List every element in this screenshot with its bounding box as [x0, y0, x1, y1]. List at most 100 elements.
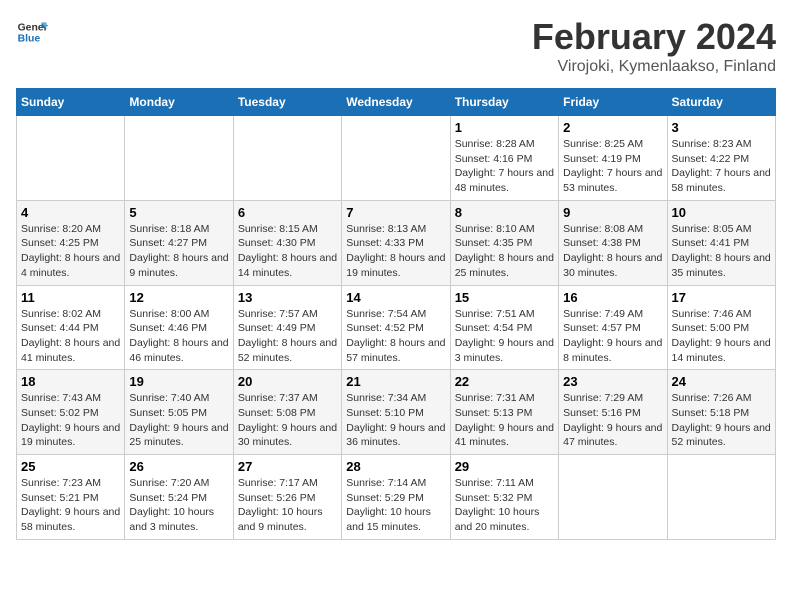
- day-info: Sunrise: 8:20 AMSunset: 4:25 PMDaylight:…: [21, 222, 120, 281]
- calendar-day-cell: 5 Sunrise: 8:18 AMSunset: 4:27 PMDaylight…: [125, 200, 233, 285]
- calendar-day-cell: 11 Sunrise: 8:02 AMSunset: 4:44 PMDayligh…: [17, 285, 125, 370]
- day-number: 23: [563, 374, 662, 389]
- calendar-week-row: 11 Sunrise: 8:02 AMSunset: 4:44 PMDayligh…: [17, 285, 776, 370]
- calendar-day-cell: 24 Sunrise: 7:26 AMSunset: 5:18 PMDayligh…: [667, 370, 775, 455]
- day-info: Sunrise: 7:17 AMSunset: 5:26 PMDaylight:…: [238, 476, 337, 535]
- weekday-header-cell: Friday: [559, 89, 667, 116]
- day-info: Sunrise: 7:43 AMSunset: 5:02 PMDaylight:…: [21, 391, 120, 450]
- calendar-day-cell: 8Sunrise: 8:10 AMSunset: 4:35 PMDaylight…: [450, 200, 558, 285]
- day-number: 5: [129, 205, 228, 220]
- calendar-day-cell: 19Sunrise: 7:40 AMSunset: 5:05 PMDayligh…: [125, 370, 233, 455]
- day-info: Sunrise: 7:29 AMSunset: 5:16 PMDaylight:…: [563, 391, 662, 450]
- calendar-day-cell: 15 Sunrise: 7:51 AMSunset: 4:54 PMDayligh…: [450, 285, 558, 370]
- weekday-header-cell: Thursday: [450, 89, 558, 116]
- day-info: Sunrise: 7:34 AMSunset: 5:10 PMDaylight:…: [346, 391, 445, 450]
- calendar-day-cell: [667, 455, 775, 540]
- logo-icon: General Blue: [16, 16, 48, 48]
- day-info: Sunrise: 7:54 AMSunset: 4:52 PMDaylight:…: [346, 307, 445, 366]
- calendar-day-cell: [342, 116, 450, 201]
- calendar-week-row: 18 Sunrise: 7:43 AMSunset: 5:02 PMDayligh…: [17, 370, 776, 455]
- day-number: 17: [672, 290, 771, 305]
- logo: General Blue: [16, 16, 48, 48]
- calendar-day-cell: 2 Sunrise: 8:25 AMSunset: 4:19 PMDaylight…: [559, 116, 667, 201]
- calendar-day-cell: [559, 455, 667, 540]
- day-number: 25: [21, 459, 120, 474]
- calendar-week-row: 4Sunrise: 8:20 AMSunset: 4:25 PMDaylight…: [17, 200, 776, 285]
- day-number: 18: [21, 374, 120, 389]
- day-info: Sunrise: 8:25 AMSunset: 4:19 PMDaylight:…: [563, 137, 662, 196]
- calendar-day-cell: 25 Sunrise: 7:23 AMSunset: 5:21 PMDayligh…: [17, 455, 125, 540]
- calendar-day-cell: 26 Sunrise: 7:20 AMSunset: 5:24 PMDayligh…: [125, 455, 233, 540]
- calendar-day-cell: 18 Sunrise: 7:43 AMSunset: 5:02 PMDayligh…: [17, 370, 125, 455]
- calendar-week-row: 1 Sunrise: 8:28 AMSunset: 4:16 PMDaylight…: [17, 116, 776, 201]
- day-info: Sunrise: 7:57 AMSunset: 4:49 PMDaylight:…: [238, 307, 337, 366]
- calendar-day-cell: 7Sunrise: 8:13 AMSunset: 4:33 PMDaylight…: [342, 200, 450, 285]
- day-info: Sunrise: 8:28 AMSunset: 4:16 PMDaylight:…: [455, 137, 554, 196]
- svg-text:Blue: Blue: [18, 34, 41, 45]
- day-info: Sunrise: 7:20 AMSunset: 5:24 PMDaylight:…: [129, 476, 228, 535]
- calendar-day-cell: 20Sunrise: 7:37 AMSunset: 5:08 PMDayligh…: [233, 370, 341, 455]
- day-number: 12: [129, 290, 228, 305]
- day-info: Sunrise: 7:49 AMSunset: 4:57 PMDaylight:…: [563, 307, 662, 366]
- day-number: 11: [21, 290, 120, 305]
- day-info: Sunrise: 8:23 AMSunset: 4:22 PMDaylight:…: [672, 137, 771, 196]
- day-number: 6: [238, 205, 337, 220]
- calendar-day-cell: 17 Sunrise: 7:46 AMSunset: 5:00 PMDayligh…: [667, 285, 775, 370]
- day-number: 14: [346, 290, 445, 305]
- calendar-day-cell: 13 Sunrise: 7:57 AMSunset: 4:49 PMDayligh…: [233, 285, 341, 370]
- day-number: 15: [455, 290, 554, 305]
- day-number: 16: [563, 290, 662, 305]
- day-number: 24: [672, 374, 771, 389]
- day-number: 26: [129, 459, 228, 474]
- day-info: Sunrise: 7:46 AMSunset: 5:00 PMDaylight:…: [672, 307, 771, 366]
- day-number: 21: [346, 374, 445, 389]
- calendar-day-cell: 10 Sunrise: 8:05 AMSunset: 4:41 PMDayligh…: [667, 200, 775, 285]
- calendar-day-cell: 16 Sunrise: 7:49 AMSunset: 4:57 PMDayligh…: [559, 285, 667, 370]
- day-info: Sunrise: 7:11 AMSunset: 5:32 PMDaylight:…: [455, 476, 554, 535]
- day-number: 10: [672, 205, 771, 220]
- calendar-day-cell: 14 Sunrise: 7:54 AMSunset: 4:52 PMDayligh…: [342, 285, 450, 370]
- weekday-header-row: SundayMondayTuesdayWednesdayThursdayFrid…: [17, 89, 776, 116]
- day-info: Sunrise: 7:14 AMSunset: 5:29 PMDaylight:…: [346, 476, 445, 535]
- day-number: 7: [346, 205, 445, 220]
- calendar-day-cell: 21 Sunrise: 7:34 AMSunset: 5:10 PMDayligh…: [342, 370, 450, 455]
- calendar-day-cell: 4Sunrise: 8:20 AMSunset: 4:25 PMDaylight…: [17, 200, 125, 285]
- day-number: 29: [455, 459, 554, 474]
- calendar-day-cell: [17, 116, 125, 201]
- day-info: Sunrise: 8:15 AMSunset: 4:30 PMDaylight:…: [238, 222, 337, 281]
- day-info: Sunrise: 8:10 AMSunset: 4:35 PMDaylight:…: [455, 222, 554, 281]
- calendar-day-cell: 23 Sunrise: 7:29 AMSunset: 5:16 PMDayligh…: [559, 370, 667, 455]
- day-number: 27: [238, 459, 337, 474]
- weekday-header-cell: Tuesday: [233, 89, 341, 116]
- day-info: Sunrise: 8:00 AMSunset: 4:46 PMDaylight:…: [129, 307, 228, 366]
- day-number: 1: [455, 120, 554, 135]
- calendar-day-cell: [125, 116, 233, 201]
- calendar-day-cell: 22 Sunrise: 7:31 AMSunset: 5:13 PMDayligh…: [450, 370, 558, 455]
- page-header: General Blue February 2024 Virojoki, Kym…: [16, 16, 776, 76]
- day-info: Sunrise: 8:18 AMSunset: 4:27 PMDaylight:…: [129, 222, 228, 281]
- day-info: Sunrise: 7:51 AMSunset: 4:54 PMDaylight:…: [455, 307, 554, 366]
- calendar-day-cell: 3 Sunrise: 8:23 AMSunset: 4:22 PMDaylight…: [667, 116, 775, 201]
- day-number: 22: [455, 374, 554, 389]
- title-section: February 2024 Virojoki, Kymenlaakso, Fin…: [532, 16, 776, 76]
- day-number: 19: [129, 374, 228, 389]
- day-number: 28: [346, 459, 445, 474]
- day-info: Sunrise: 7:26 AMSunset: 5:18 PMDaylight:…: [672, 391, 771, 450]
- day-number: 2: [563, 120, 662, 135]
- weekday-header-cell: Saturday: [667, 89, 775, 116]
- day-info: Sunrise: 7:23 AMSunset: 5:21 PMDaylight:…: [21, 476, 120, 535]
- calendar-day-cell: 12 Sunrise: 8:00 AMSunset: 4:46 PMDayligh…: [125, 285, 233, 370]
- day-info: Sunrise: 7:31 AMSunset: 5:13 PMDaylight:…: [455, 391, 554, 450]
- day-info: Sunrise: 8:02 AMSunset: 4:44 PMDaylight:…: [21, 307, 120, 366]
- location-title: Virojoki, Kymenlaakso, Finland: [532, 58, 776, 76]
- weekday-header-cell: Wednesday: [342, 89, 450, 116]
- calendar-day-cell: [233, 116, 341, 201]
- calendar-body: 1 Sunrise: 8:28 AMSunset: 4:16 PMDaylight…: [17, 116, 776, 540]
- day-number: 13: [238, 290, 337, 305]
- day-info: Sunrise: 8:08 AMSunset: 4:38 PMDaylight:…: [563, 222, 662, 281]
- day-number: 3: [672, 120, 771, 135]
- calendar-week-row: 25 Sunrise: 7:23 AMSunset: 5:21 PMDayligh…: [17, 455, 776, 540]
- calendar-table: SundayMondayTuesdayWednesdayThursdayFrid…: [16, 88, 776, 540]
- month-title: February 2024: [532, 16, 776, 58]
- day-info: Sunrise: 8:05 AMSunset: 4:41 PMDaylight:…: [672, 222, 771, 281]
